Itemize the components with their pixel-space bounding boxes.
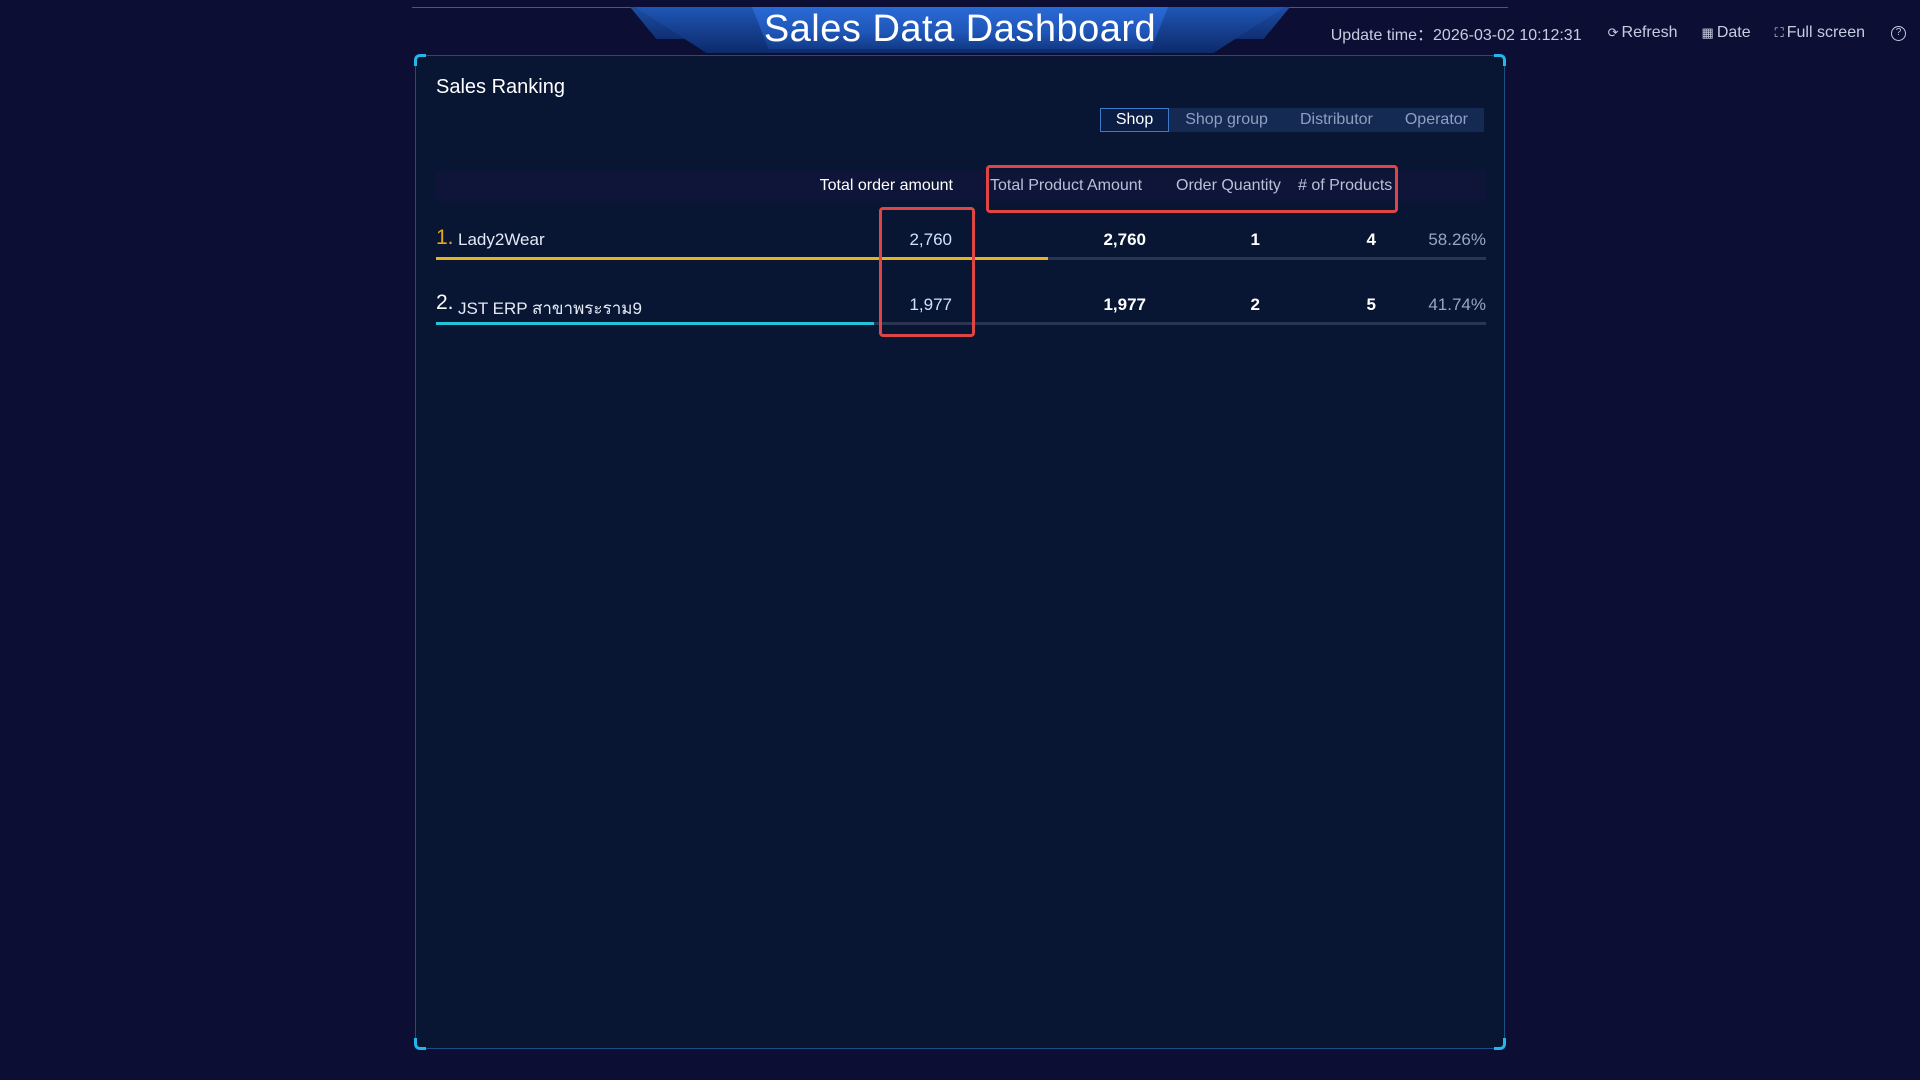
highlight-box-order-amounts	[879, 207, 975, 337]
rank-number: 1.	[436, 226, 454, 249]
panel-corner	[1494, 1038, 1506, 1050]
column-total-order-amount[interactable]: Total order amount	[820, 171, 953, 201]
shop-name: JST ERP สาขาพระราม9	[458, 299, 642, 318]
rank-number: 2.	[436, 291, 454, 314]
dashboard-page: Sales Data Dashboard Update time：2026-03…	[0, 0, 1920, 1080]
update-time-value: 2026-03-02 10:12:31	[1433, 27, 1582, 44]
date-button[interactable]: ▦ Date	[1702, 24, 1751, 42]
refresh-icon: ⟳	[1607, 25, 1619, 40]
total-product-amount-value: 1,977	[1103, 295, 1146, 314]
update-time-label: Update time：	[1330, 27, 1434, 44]
num-products-value: 5	[1366, 295, 1376, 314]
order-quantity-value: 1	[1250, 230, 1260, 249]
fullscreen-button[interactable]: ⛶ Full screen	[1775, 24, 1865, 42]
num-products-value: 4	[1366, 230, 1376, 249]
shop-name: Lady2Wear	[458, 230, 545, 249]
refresh-label: Refresh	[1621, 24, 1678, 41]
panel-title: Sales Ranking	[436, 76, 565, 98]
page-title: Sales Data Dashboard	[763, 8, 1157, 50]
order-quantity-value: 2	[1250, 295, 1260, 314]
calendar-icon: ▦	[1701, 25, 1714, 40]
share-percent: 58.26%	[1428, 230, 1486, 249]
tab-distributor[interactable]: Distributor	[1284, 108, 1389, 132]
total-product-amount-value: 2,760	[1103, 230, 1146, 249]
fullscreen-icon: ⛶	[1774, 25, 1784, 40]
refresh-button[interactable]: ⟳ Refresh	[1608, 24, 1678, 42]
ranking-tabs: Shop Shop group Distributor Operator	[1099, 108, 1484, 132]
tab-operator[interactable]: Operator	[1389, 108, 1484, 132]
update-time: Update time：2026-03-02 10:12:31	[1331, 21, 1582, 45]
share-bar-fill	[436, 322, 875, 325]
header-toolbar: Update time：2026-03-02 10:12:31 ⟳ Refres…	[1331, 22, 1906, 44]
fullscreen-label: Full screen	[1786, 24, 1865, 41]
tab-shop-group[interactable]: Shop group	[1169, 108, 1284, 132]
panel-corner	[414, 1038, 426, 1050]
share-percent: 41.74%	[1428, 295, 1486, 314]
panel-corner	[414, 54, 426, 66]
tab-shop[interactable]: Shop	[1099, 108, 1170, 132]
highlight-box-column-headers	[986, 165, 1398, 213]
panel-corner	[1494, 54, 1506, 66]
date-label: Date	[1716, 24, 1751, 41]
help-icon[interactable]: ?	[1891, 25, 1906, 41]
